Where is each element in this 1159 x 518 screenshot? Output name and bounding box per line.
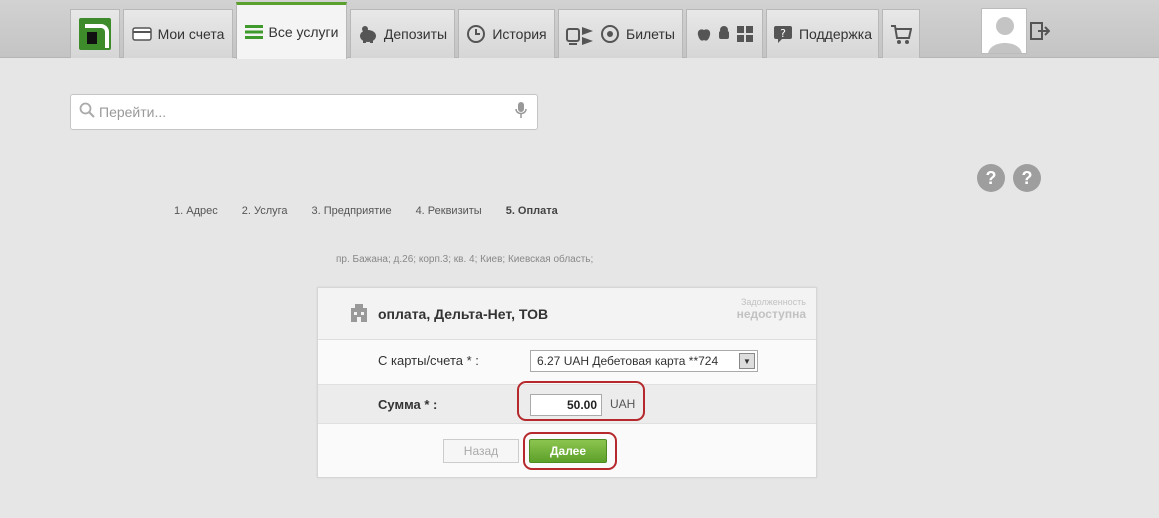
- android-icon: [717, 26, 731, 42]
- tab-all-services[interactable]: Все услуги: [236, 2, 347, 59]
- support-icon: ?: [773, 25, 793, 43]
- football-icon: [600, 24, 620, 44]
- next-button[interactable]: Далее: [529, 439, 607, 463]
- payment-card-header: оплата, Дельта-Нет, ТОВ Задолженность не…: [318, 288, 816, 340]
- privatbank-logo[interactable]: [70, 9, 120, 58]
- step-company[interactable]: 3. Предприятие: [312, 205, 392, 217]
- tab-label: Билеты: [626, 26, 675, 42]
- tab-mobile-apps[interactable]: [686, 9, 763, 58]
- step-address[interactable]: 1. Адрес: [174, 205, 218, 217]
- back-button[interactable]: Назад: [443, 439, 519, 463]
- address-text: пр. Бажана; д.26; корп.3; кв. 4; Киев; К…: [336, 254, 594, 265]
- debt-status: Задолженность недоступна: [737, 296, 806, 320]
- tab-support[interactable]: ? Поддержка: [766, 9, 879, 58]
- piggy-bank-icon: [358, 25, 378, 43]
- tab-label: Мои счета: [157, 26, 225, 42]
- step-details[interactable]: 4. Реквизиты: [416, 205, 482, 217]
- list-icon: [244, 24, 263, 40]
- amount-label: Сумма * :: [378, 397, 438, 412]
- svg-text:?: ?: [780, 27, 786, 40]
- debt-value: недоступна: [736, 307, 806, 321]
- payment-title: оплата, Дельта-Нет, ТОВ: [378, 306, 549, 322]
- search-icon: [79, 102, 95, 123]
- video-help-icon[interactable]: ?: [977, 164, 1005, 192]
- apple-icon: [697, 26, 711, 42]
- step-service[interactable]: 2. Услуга: [242, 205, 288, 217]
- tab-deposits[interactable]: Депозиты: [350, 9, 455, 58]
- tab-history[interactable]: История: [458, 9, 555, 58]
- microphone-icon[interactable]: [515, 101, 527, 124]
- amount-currency: UAH: [610, 397, 636, 411]
- amount-input[interactable]: [530, 394, 602, 416]
- step-payment: 5. Оплата: [505, 205, 558, 217]
- card-select[interactable]: 6.27 UAH Дебетовая карта **724 ▼: [530, 350, 758, 372]
- windows-icon: [736, 26, 753, 42]
- card-icon: [131, 27, 152, 41]
- top-navigation: Мои счета Все услуги Депозиты История Би…: [0, 0, 1159, 59]
- tab-label: Все услуги: [268, 24, 339, 40]
- building-icon: [350, 304, 368, 327]
- tab-label: Депозиты: [383, 26, 448, 42]
- help-icon[interactable]: ?: [1013, 164, 1041, 192]
- avatar[interactable]: [981, 8, 1027, 54]
- card-select-value: 6.27 UAH Дебетовая карта **724: [537, 354, 719, 368]
- breadcrumb-steps: 1. Адрес 2. Услуга 3. Предприятие 4. Рек…: [174, 205, 582, 217]
- cart-icon: [890, 24, 912, 44]
- history-icon: [466, 24, 486, 44]
- tab-cart[interactable]: [882, 9, 920, 58]
- search-box: [70, 94, 538, 130]
- chevron-down-icon[interactable]: ▼: [739, 353, 755, 369]
- tab-label: Поддержка: [798, 26, 873, 42]
- card-select-label: С карты/счета * :: [378, 353, 479, 368]
- logout-icon[interactable]: [1030, 22, 1051, 45]
- debt-label: Задолженность: [740, 297, 806, 307]
- train-plane-icon: [566, 23, 594, 45]
- payment-card: оплата, Дельта-Нет, ТОВ Задолженность не…: [317, 287, 817, 478]
- search-input[interactable]: [99, 104, 515, 120]
- privatbank-logo-icon: [79, 18, 111, 50]
- tab-my-accounts[interactable]: Мои счета: [123, 9, 233, 58]
- tab-tickets[interactable]: Билеты: [558, 9, 683, 58]
- tab-label: История: [492, 26, 547, 42]
